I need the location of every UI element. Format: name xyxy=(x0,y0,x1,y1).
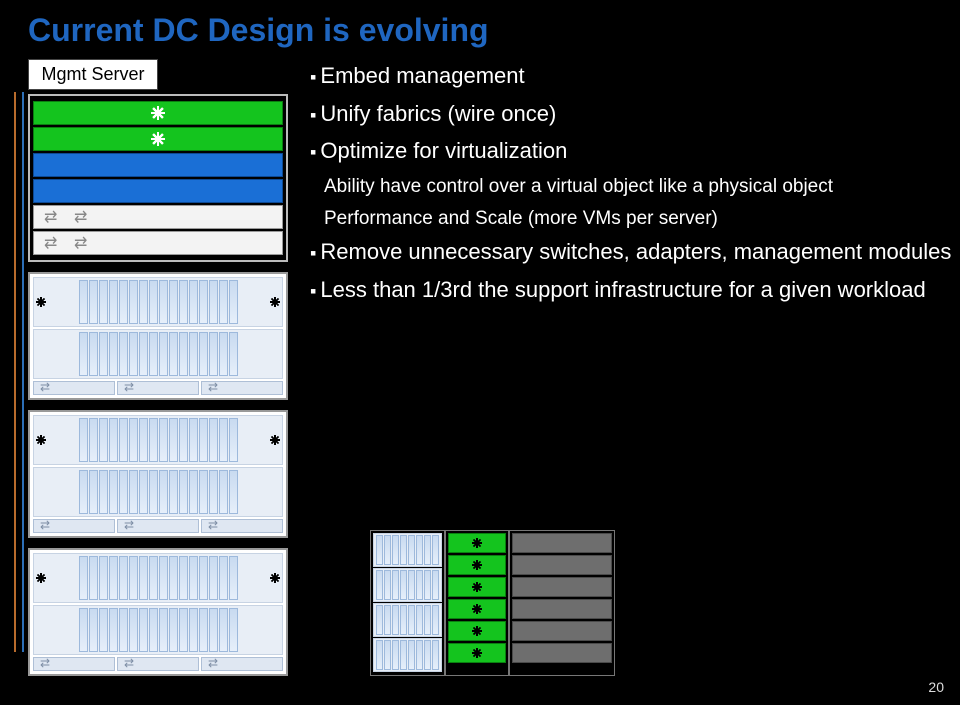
gear-icon xyxy=(151,132,165,146)
consolidated-rack-group xyxy=(370,530,615,676)
gear-icon xyxy=(472,648,482,658)
left-diagram-column: Mgmt Server xyxy=(28,59,288,686)
chassis-switch-row xyxy=(33,381,283,395)
page-number: 20 xyxy=(928,679,944,695)
blade-chassis xyxy=(28,410,288,538)
module xyxy=(512,643,612,663)
gear-icon xyxy=(270,573,280,583)
module xyxy=(512,577,612,597)
switch-green xyxy=(448,533,506,553)
switch-green xyxy=(448,621,506,641)
gear-icon xyxy=(472,626,482,636)
module-stack xyxy=(509,530,615,676)
gear-icon xyxy=(36,297,46,307)
switch-green xyxy=(448,643,506,663)
gear-icon xyxy=(472,538,482,548)
network-stack xyxy=(28,94,288,262)
chassis-switch-row xyxy=(33,519,283,533)
switch-green xyxy=(448,555,506,575)
mini-server-chassis xyxy=(370,530,445,676)
bullet-item: Unify fabrics (wire once) xyxy=(310,99,960,129)
gear-icon xyxy=(472,604,482,614)
blade-row xyxy=(33,605,283,655)
gear-icon xyxy=(472,582,482,592)
switch-stack xyxy=(445,530,509,676)
module xyxy=(512,599,612,619)
bullet-item: Embed management xyxy=(310,61,960,91)
mgmt-server-label: Mgmt Server xyxy=(28,59,158,90)
blade-chassis xyxy=(28,548,288,676)
chassis-switch-row xyxy=(33,657,283,671)
gear-icon xyxy=(270,297,280,307)
module xyxy=(512,621,612,641)
switch-green xyxy=(33,101,283,125)
switch-blue xyxy=(33,179,283,203)
switch-green xyxy=(33,127,283,151)
bullet-item: Less than 1/3rd the support infrastructu… xyxy=(310,275,960,305)
blade-row xyxy=(33,329,283,379)
bullet-item: Optimize for virtualization xyxy=(310,136,960,166)
gear-icon xyxy=(472,560,482,570)
blade-row xyxy=(33,277,283,327)
blade-chassis xyxy=(28,272,288,400)
page-title: Current DC Design is evolving xyxy=(0,0,960,59)
blade-row xyxy=(33,467,283,517)
gear-icon xyxy=(36,435,46,445)
bullet-sub: Ability have control over a virtual obje… xyxy=(324,174,960,200)
gear-icon xyxy=(270,435,280,445)
switch-green xyxy=(448,599,506,619)
switch-green xyxy=(448,577,506,597)
patch-panel xyxy=(33,231,283,255)
gear-icon xyxy=(36,573,46,583)
blade-row xyxy=(33,553,283,603)
patch-panel xyxy=(33,205,283,229)
module xyxy=(512,533,612,553)
bullet-item: Remove unnecessary switches, adapters, m… xyxy=(310,237,960,267)
gear-icon xyxy=(151,106,165,120)
bullet-sub: Performance and Scale (more VMs per serv… xyxy=(324,206,960,232)
module xyxy=(512,555,612,575)
switch-blue xyxy=(33,153,283,177)
blade-row xyxy=(33,415,283,465)
cable-rail xyxy=(14,92,24,652)
